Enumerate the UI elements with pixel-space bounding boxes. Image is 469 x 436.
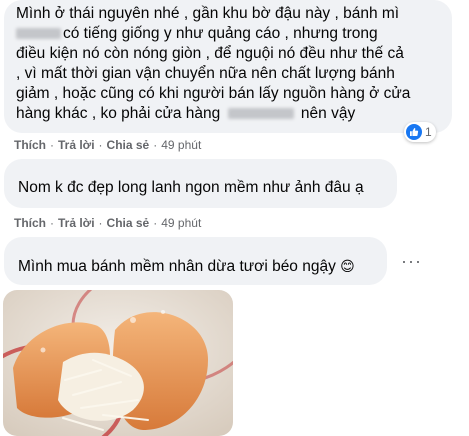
reply-link[interactable]: Trả lời: [58, 216, 95, 230]
comment-text-body: Mình mua bánh mềm nhân dừa tươi béo ngậy: [18, 258, 336, 275]
comment-text: Nom k đc đẹp long lanh ngon mềm như ảnh …: [18, 179, 364, 196]
share-link[interactable]: Chia sẻ: [107, 138, 150, 152]
comment-line: điều kiện nó còn nóng giòn , để nguội nó…: [16, 45, 404, 62]
comment-line: hàng khác , ko phải cửa hàng nên vậy: [16, 105, 356, 122]
comment-actions: Thích · Trả lời · Chia sẻ · 49 phút: [14, 216, 202, 230]
comment-line: có tiếng giống y như quảng cáo , nhưng t…: [16, 24, 452, 44]
like-icon: [406, 124, 422, 140]
comment-text: Mình mua bánh mềm nhân dừa tươi béo ngậy…: [18, 256, 387, 277]
comment-author[interactable]: ​: [18, 164, 64, 177]
share-link[interactable]: Chia sẻ: [107, 216, 150, 230]
comment-author[interactable]: ​: [18, 242, 58, 255]
like-link[interactable]: Thích: [14, 138, 46, 152]
comment-bubble: ​ Mình mua bánh mềm nhân dừa tươi béo ng…: [4, 237, 387, 285]
comment-time[interactable]: 49 phút: [161, 138, 201, 152]
comment-line: , vì mất thời gian vận chuyển nữa nên ch…: [16, 65, 395, 82]
reaction-count: 1: [425, 125, 432, 139]
comment-line: Mình ở thái nguyên nhé , gần khu bờ đậu …: [16, 5, 400, 22]
redacted-text: [227, 108, 294, 119]
bread-photo[interactable]: [3, 290, 233, 436]
smile-emoji-icon: 😊: [340, 258, 355, 274]
comment-text: Mình ở thái nguyên nhé , gần khu bờ đậu …: [16, 4, 452, 124]
reply-link[interactable]: Trả lời: [58, 138, 95, 152]
comment-bubble: Mình ở thái nguyên nhé , gần khu bờ đậu …: [4, 0, 452, 133]
more-options-icon[interactable]: ···: [401, 252, 422, 270]
comment-bubble: ​ Nom k đc đẹp long lanh ngon mềm như ản…: [4, 159, 397, 208]
reaction-summary[interactable]: 1: [404, 122, 436, 142]
comment-actions: Thích · Trả lời · Chia sẻ · 49 phút: [14, 138, 202, 152]
redacted-text: [16, 28, 61, 39]
comment-time[interactable]: 49 phút: [161, 216, 201, 230]
comment-line: giảm , hoặc cũng có khi người bán lấy ng…: [16, 85, 411, 102]
like-link[interactable]: Thích: [14, 216, 46, 230]
